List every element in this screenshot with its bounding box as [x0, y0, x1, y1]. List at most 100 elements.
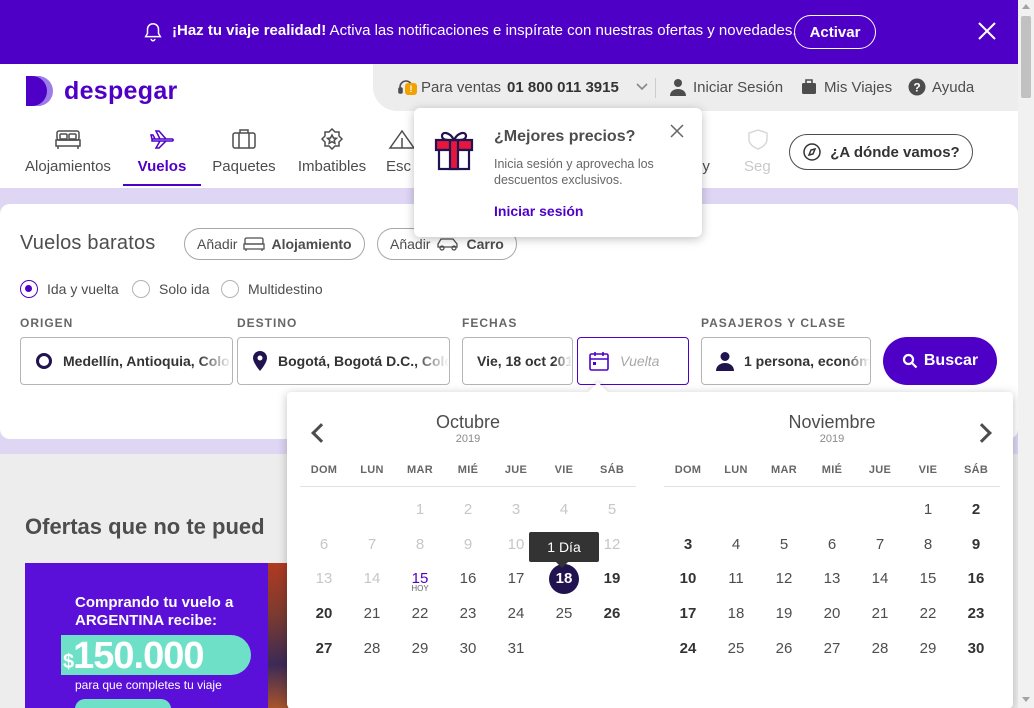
scrollbar[interactable]: [1018, 0, 1034, 708]
promo-cta[interactable]: [75, 699, 171, 708]
chevron-down-icon: [636, 83, 648, 91]
tab-paquetes[interactable]: Paquetes: [212, 124, 276, 188]
calendar-day[interactable]: 3: [664, 527, 712, 562]
calendar-day[interactable]: 20: [808, 596, 856, 631]
plane-icon: [150, 130, 174, 149]
popover-login-link[interactable]: Iniciar sesión: [494, 203, 583, 219]
calendar-day[interactable]: 30: [444, 631, 492, 666]
calendar-day[interactable]: 22: [396, 596, 444, 631]
calendar-day[interactable]: 19: [760, 596, 808, 631]
calendar-day[interactable]: 26: [588, 596, 636, 631]
tab-imbatibles[interactable]: Imbatibles: [296, 124, 368, 188]
calendar-day[interactable]: 2: [952, 492, 1000, 527]
calendar-day[interactable]: 30: [952, 631, 1000, 666]
my-trips-link[interactable]: Mis Viajes: [800, 78, 892, 96]
calendar-day[interactable]: 17: [492, 562, 540, 597]
calendar-day[interactable]: 16: [444, 562, 492, 597]
radio[interactable]: [221, 280, 239, 298]
calendar-day[interactable]: 6: [808, 527, 856, 562]
trip-type-roundtrip[interactable]: Ida y vuelta: [20, 280, 119, 298]
calendar-day[interactable]: 12: [760, 562, 808, 597]
bed-icon: [55, 130, 81, 149]
scroll-down-arrow-icon[interactable]: [1022, 697, 1030, 702]
calendar-day[interactable]: 24: [492, 596, 540, 631]
search-button[interactable]: Buscar: [883, 337, 997, 385]
calendar-day[interactable]: 25: [712, 631, 760, 666]
location-pin-icon: [253, 351, 267, 371]
user-icon: [670, 79, 686, 96]
calendar-day[interactable]: 27: [808, 631, 856, 666]
calendar-day[interactable]: 7: [856, 527, 904, 562]
calendar-day[interactable]: 23: [444, 596, 492, 631]
promo-banner[interactable]: Comprando tu vuelo a ARGENTINA recibe: $1…: [25, 563, 287, 708]
calendar-day: 9: [463, 535, 473, 553]
destination-field[interactable]: Bogotá, Bogotá D.C., Colombia: [237, 337, 450, 385]
calendar-day: 14: [363, 570, 381, 588]
help-icon: ?: [908, 78, 926, 96]
calendar-day[interactable]: 9: [952, 527, 1000, 562]
tab-alojamientos[interactable]: Alojamientos: [25, 124, 111, 188]
calendar-day[interactable]: 28: [856, 631, 904, 666]
calendar-day[interactable]: 22: [904, 596, 952, 631]
dates-label: FECHAS: [462, 316, 518, 330]
tab-seguros[interactable]: Seg: [744, 124, 772, 188]
divider: [655, 78, 656, 98]
weekday-label: DOM: [674, 464, 702, 476]
login-link[interactable]: Iniciar Sesión: [669, 78, 783, 96]
notification-message: ¡Haz tu viaje realidad! Activa las notif…: [172, 22, 797, 39]
radio-selected[interactable]: [20, 280, 38, 298]
calendar-day[interactable]: 29: [904, 631, 952, 666]
origin-field[interactable]: Medellín, Antioquia, Colombia: [20, 337, 233, 385]
calendar-day[interactable]: 21: [856, 596, 904, 631]
calendar-day[interactable]: 27: [300, 631, 348, 666]
weekday-label: MIÉ: [457, 464, 479, 476]
sales-phone-dropdown[interactable]: Para ventas 01 800 011 3915: [397, 78, 649, 96]
calendar-day[interactable]: 4: [712, 527, 760, 562]
calendar-day[interactable]: 8: [904, 527, 952, 562]
promo-amount: $150.000*: [63, 635, 211, 677]
close-icon[interactable]: [670, 124, 684, 138]
calendar-day[interactable]: 11: [712, 562, 760, 597]
scroll-up-arrow-icon[interactable]: [1022, 4, 1030, 9]
tab-vuelos[interactable]: Vuelos: [123, 124, 201, 188]
calendar-day[interactable]: 29: [396, 631, 444, 666]
help-link[interactable]: ? Ayuda: [908, 78, 974, 96]
better-prices-popover: ¿Mejores precios? Inicia sesión y aprove…: [414, 108, 702, 237]
calendar-day[interactable]: 26: [760, 631, 808, 666]
trip-type-multicity[interactable]: Multidestino: [221, 280, 323, 298]
calendar-day[interactable]: 10: [664, 562, 712, 597]
radio[interactable]: [132, 280, 150, 298]
calendar-day[interactable]: 24: [664, 631, 712, 666]
departure-date-field[interactable]: Vie, 18 oct 2019: [462, 337, 573, 385]
weekday-label: JUE: [868, 464, 892, 476]
calendar-day[interactable]: 16: [952, 562, 1000, 597]
activate-notifications-button[interactable]: Activar: [794, 15, 876, 49]
scrollbar-thumb[interactable]: [1021, 16, 1031, 98]
where-to-button[interactable]: ¿A dónde vamos?: [789, 134, 973, 170]
calendar-day[interactable]: 31: [492, 631, 540, 666]
weekday-label: MAR: [407, 464, 433, 476]
calendar-day[interactable]: 21: [348, 596, 396, 631]
passengers-field[interactable]: 1 persona, económica: [701, 337, 871, 385]
calendar-day[interactable]: 15 HOY: [396, 562, 444, 597]
calendar-day[interactable]: 19: [588, 562, 636, 597]
calendar-day[interactable]: 25: [540, 596, 588, 631]
calendar-day[interactable]: 17: [664, 596, 712, 631]
car-icon: [437, 238, 459, 251]
calendar-day: 8: [415, 535, 425, 553]
calendar-day[interactable]: 13: [808, 562, 856, 597]
calendar-day[interactable]: 15: [904, 562, 952, 597]
calendar-day[interactable]: 14: [856, 562, 904, 597]
close-icon[interactable]: [976, 20, 998, 42]
calendar-day[interactable]: 18: [712, 596, 760, 631]
calendar-day[interactable]: 23: [952, 596, 1000, 631]
calendar-day[interactable]: 28: [348, 631, 396, 666]
return-date-field[interactable]: Vuelta: [577, 337, 689, 385]
add-hotel-chip[interactable]: Añadir Alojamiento: [184, 228, 365, 260]
calendar-day[interactable]: 1: [904, 492, 952, 527]
calendar-day[interactable]: 5: [760, 527, 808, 562]
trip-type-oneway[interactable]: Solo ida: [132, 280, 210, 298]
days-grid: 123456789101112131415HOY1617181920212223…: [300, 492, 636, 666]
weekday-label: VIE: [918, 464, 938, 476]
calendar-day[interactable]: 20: [300, 596, 348, 631]
